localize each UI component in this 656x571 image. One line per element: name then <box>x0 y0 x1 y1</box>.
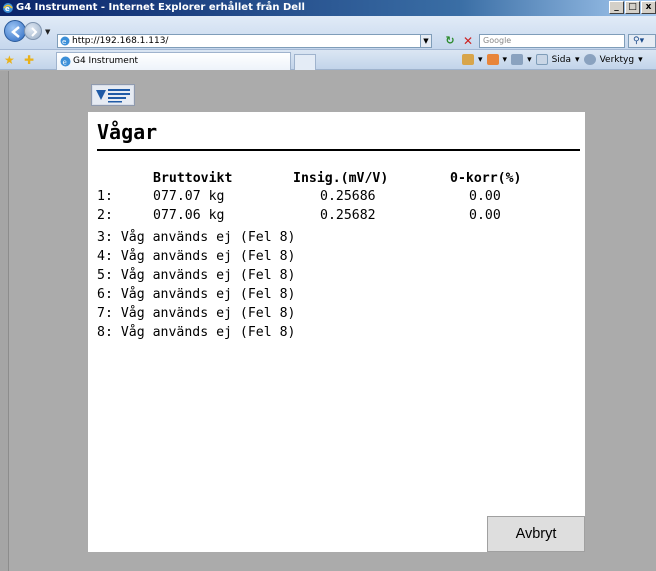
row-7-status: 7: Våg används ej (Fel 8) <box>97 306 296 321</box>
page-menu-label[interactable]: Sida <box>552 55 571 65</box>
maximize-button[interactable]: □ <box>625 1 640 14</box>
feeds-icon[interactable] <box>486 54 499 65</box>
window-title: G4 Instrument - Internet Explorer erhåll… <box>16 2 305 13</box>
company-logo <box>91 84 135 106</box>
header-signal: Insig.(mV/V) <box>293 171 389 186</box>
row-4-status: 4: Våg används ej (Fel 8) <box>97 249 296 264</box>
row-6-status: 6: Våg används ej (Fel 8) <box>97 287 296 302</box>
search-icon[interactable]: ⚲▾ <box>628 34 656 48</box>
row-2-number: 2: <box>97 208 113 223</box>
row-8-status: 8: Våg används ej (Fel 8) <box>97 325 296 340</box>
svg-text:e: e <box>62 38 66 46</box>
favorites-star-icon[interactable]: ★ <box>4 53 15 67</box>
page-menu-icon[interactable] <box>535 54 548 65</box>
arrow-right-icon <box>31 27 38 37</box>
add-favorites-icon[interactable]: ✚ <box>24 53 34 67</box>
forward-button[interactable] <box>24 22 42 40</box>
new-tab-button[interactable] <box>294 54 316 70</box>
row-5-status: 5: Våg används ej (Fel 8) <box>97 268 296 283</box>
address-input[interactable]: e http://192.168.1.113/ <box>57 34 429 48</box>
row-1-gross: 077.07 kg <box>153 189 225 204</box>
cancel-button[interactable]: Avbryt <box>487 516 585 552</box>
header-zero-correction: 0-korr(%) <box>450 171 522 186</box>
address-toolbar: ▼ e http://192.168.1.113/ ▼ ↻ ✕ Google ⚲… <box>0 16 656 50</box>
back-button[interactable] <box>4 20 26 42</box>
window-left-edge <box>0 71 9 571</box>
search-placeholder: Google <box>483 36 512 45</box>
tools-menu-label[interactable]: Verktyg <box>600 55 634 65</box>
tools-gear-icon[interactable] <box>583 54 596 65</box>
svg-text:e: e <box>63 59 67 67</box>
header-gross-weight: Bruttovikt <box>153 171 233 186</box>
close-button[interactable]: x <box>641 1 656 14</box>
row-1-number: 1: <box>97 189 113 204</box>
search-input[interactable]: Google <box>479 34 625 48</box>
page-title: Vågar <box>97 120 158 144</box>
ie-logo-icon: e <box>3 3 13 13</box>
home-icon[interactable] <box>462 54 474 65</box>
refresh-icon[interactable]: ↻ <box>442 34 458 48</box>
page-icon: e <box>60 56 71 67</box>
tab-g4-instrument[interactable]: e G4 Instrument <box>56 52 291 70</box>
row-2-signal: 0.25682 <box>320 208 376 223</box>
row-3-status: 3: Våg används ej (Fel 8) <box>97 230 296 245</box>
command-bar: ▾ ▾ ▾ Sida ▾ Verktyg ▾ <box>462 54 643 65</box>
logo-icon <box>93 86 133 104</box>
row-1-zero: 0.00 <box>469 189 501 204</box>
tab-toolbar: ★ ✚ e G4 Instrument ▾ ▾ ▾ Sida ▾ Verktyg ▾ <box>0 50 656 70</box>
row-1-signal: 0.25686 <box>320 189 376 204</box>
window-controls: _ □ x <box>609 1 656 14</box>
window-titlebar: e G4 Instrument - Internet Explorer erhå… <box>0 0 656 16</box>
arrow-left-icon <box>11 26 20 38</box>
title-divider <box>97 149 580 151</box>
tab-label: G4 Instrument <box>73 56 139 66</box>
svg-text:e: e <box>5 5 10 13</box>
minimize-button[interactable]: _ <box>609 1 624 14</box>
address-dropdown-icon[interactable]: ▼ <box>420 34 432 48</box>
page-icon: e <box>60 36 70 46</box>
address-url: http://192.168.1.113/ <box>72 36 169 46</box>
row-2-gross: 077.06 kg <box>153 208 225 223</box>
stop-icon[interactable]: ✕ <box>460 34 476 48</box>
row-2-zero: 0.00 <box>469 208 501 223</box>
history-dropdown-icon[interactable]: ▼ <box>45 28 50 36</box>
print-icon[interactable] <box>511 54 524 65</box>
